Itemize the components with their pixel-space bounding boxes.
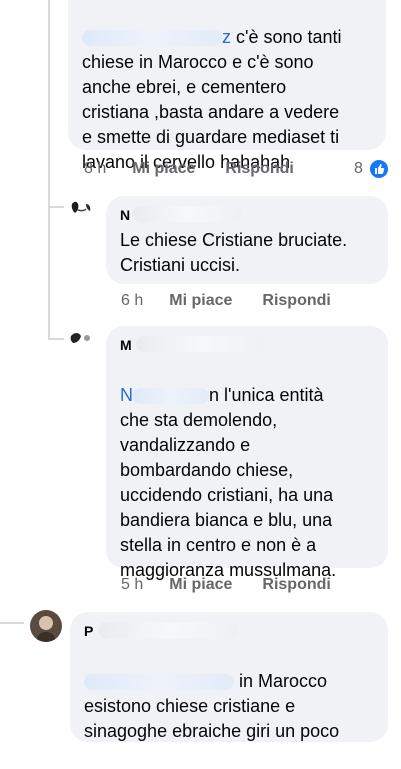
comment-time[interactable]: 8 h: [84, 160, 106, 178]
comment-time[interactable]: 5 h: [121, 576, 143, 594]
redacted-mention: [84, 674, 234, 691]
comment-actions-1: 8 h Mi piace Rispondi: [84, 160, 324, 178]
mention-link[interactable]: z: [82, 27, 231, 47]
comment-text-4: in Marocco esistono chiese cristiane e s…: [84, 671, 340, 741]
redacted-name: [132, 206, 242, 222]
redacted-name: [136, 336, 266, 352]
avatar[interactable]: [66, 196, 96, 226]
comment-bubble-1: z c'è sono tanti chiese in Marocco e c'è…: [68, 0, 386, 172]
author-name[interactable]: M: [120, 337, 132, 353]
comment-actions-3: 5 h Mi piace Rispondi: [121, 576, 361, 594]
mention-link[interactable]: N: [120, 385, 209, 405]
reply-button[interactable]: Rispondi: [225, 160, 293, 178]
comment-bubble-4: P in Marocco esistono chiese cristiane e…: [70, 612, 388, 742]
redacted-mention: [82, 30, 222, 47]
like-button[interactable]: Mi piace: [169, 292, 232, 310]
thread-line-branch-1: [48, 206, 64, 208]
avatar[interactable]: [66, 326, 96, 356]
thumbs-up-icon[interactable]: [368, 158, 390, 180]
comment-actions-2: 6 h Mi piace Rispondi: [121, 292, 361, 310]
comment-bubble-2: N Le chiese Cristiane bruciate. Cristian…: [106, 196, 388, 284]
redacted-mention: [133, 388, 209, 405]
reply-button[interactable]: Rispondi: [262, 292, 330, 310]
thread-line-main: [48, 0, 50, 340]
author-name[interactable]: N: [120, 207, 130, 223]
avatar[interactable]: [30, 610, 62, 642]
comment-text-3: Nn l'unica entità che sta demolendo, van…: [120, 385, 337, 580]
comment-time[interactable]: 6 h: [121, 292, 143, 310]
like-button[interactable]: Mi piace: [169, 576, 232, 594]
like-button[interactable]: Mi piace: [132, 160, 195, 178]
comment-bubble-3: M Nn l'unica entità che sta demolendo, v…: [106, 326, 388, 580]
author-name[interactable]: P: [84, 623, 93, 639]
reaction-count[interactable]: 8: [354, 160, 363, 178]
reply-button[interactable]: Rispondi: [262, 576, 330, 594]
comment-text-2: Le chiese Cristiane bruciate. Cristiani …: [120, 230, 348, 275]
thread-line-branch-2: [48, 338, 64, 340]
thread-line-outer: [0, 622, 24, 624]
redacted-name: [98, 622, 238, 638]
mention-link[interactable]: [84, 671, 234, 691]
